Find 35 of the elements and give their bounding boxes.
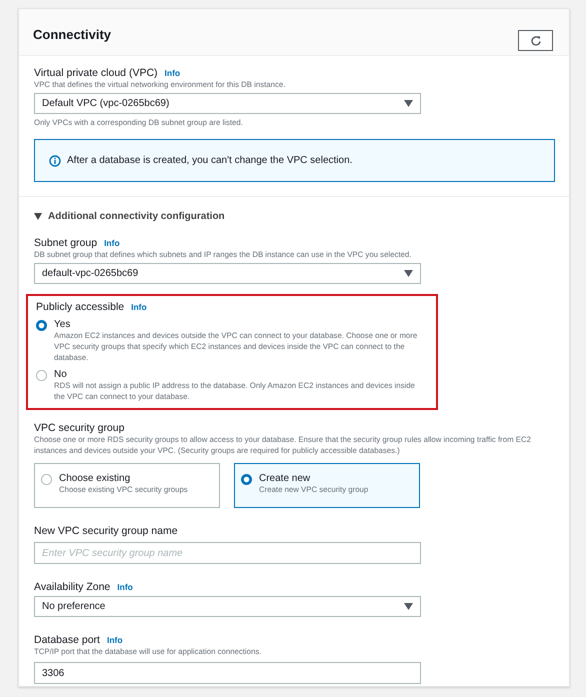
field-label: VPC security group [34,422,124,434]
refresh-icon [530,34,542,46]
panel-title: Connectivity [33,27,112,42]
field-label: Availability Zone [34,581,110,593]
field-label: Publicly accessible [36,301,124,313]
option-label: Create new [259,473,312,484]
info-icon [49,154,61,166]
caret-icon [404,270,413,277]
select-field[interactable]: default-vpc-0265bc69 [34,263,421,284]
info-link[interactable]: Info [104,238,120,248]
caret-icon [404,100,413,107]
radio-button[interactable] [36,370,47,381]
radio-button[interactable] [36,320,47,331]
option-label: No [54,369,68,380]
info-link[interactable]: Info [164,68,180,78]
info-link[interactable]: Info [106,635,123,645]
section-toggle[interactable]: Additional connectivity configuration [48,211,225,222]
option-label: Choose existing [59,473,132,484]
info-link[interactable]: Info [117,582,133,592]
field-label: Database port [34,634,100,646]
field-label: Virtual private cloud (VPC) [34,67,158,79]
radio-button[interactable] [41,474,52,485]
field-label: New VPC security group name [34,525,178,537]
refresh-button[interactable] [518,30,553,51]
option-label: Yes [54,319,72,330]
caret-icon [404,603,413,610]
select-field[interactable]: No preference [34,596,421,617]
alert-text: After a database is created, you can't change the VPC selection. [67,155,352,166]
expand-icon[interactable] [34,213,42,220]
info-link[interactable]: Info [131,302,147,312]
select-field[interactable]: Default VPC (vpc-0265bc69) [34,93,421,114]
input-field[interactable]: 3306 [34,662,421,684]
field-label: Subnet group [34,237,98,249]
radio-button[interactable] [241,474,252,485]
input-field[interactable]: Enter VPC security group name [34,542,421,564]
